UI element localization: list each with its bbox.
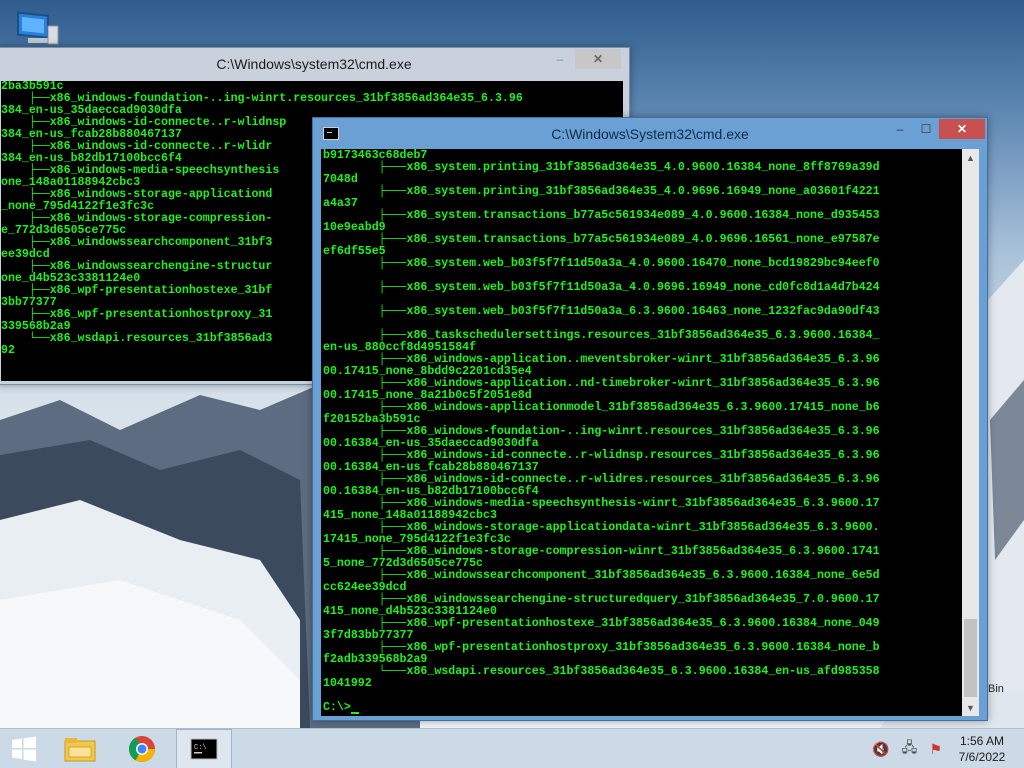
- taskbar-cmd[interactable]: C:\: [176, 729, 232, 768]
- console-line: ├───x86_system.transactions_b77a5c561934…: [323, 209, 880, 222]
- console-line: 1041992: [323, 677, 372, 690]
- taskbar-file-explorer[interactable]: [56, 729, 104, 768]
- volume-muted-icon[interactable]: 🔇: [872, 741, 889, 758]
- console-line: ├───x86_system.web_b03f5f7f11d50a3a_6.3.…: [323, 305, 880, 318]
- taskbar: C:\ 🔇 🖧 ⚑ 1:56 AM 7/6/2022: [0, 728, 1024, 768]
- folder-icon: [64, 738, 96, 762]
- windows-logo-icon: [12, 736, 36, 762]
- system-tray: 🔇 🖧 ⚑: [872, 729, 942, 768]
- cmd-window-active[interactable]: C:\Windows\System32\cmd.exe – ☐ ✕ b91734…: [312, 117, 988, 721]
- scrollbar-thumb[interactable]: [964, 619, 977, 697]
- scroll-down-arrow-icon[interactable]: ▼: [962, 699, 979, 716]
- network-icon[interactable]: 🖧: [902, 737, 918, 761]
- console-line: ├───x86_windowssearchcomponent_31bf3856a…: [323, 569, 880, 582]
- window-titlebar[interactable]: C:\Windows\system32\cmd.exe – ✕: [0, 48, 629, 80]
- recycle-bin-label[interactable]: Bin: [988, 683, 1004, 695]
- vertical-scrollbar[interactable]: ▲ ▼: [962, 149, 979, 716]
- clock-time: 1:56 AM: [959, 734, 1005, 748]
- console-line: C:\>: [323, 702, 962, 714]
- cmd-icon: C:\: [190, 738, 218, 760]
- close-button[interactable]: ✕: [939, 119, 985, 139]
- console-line: ├───x86_system.web_b03f5f7f11d50a3a_4.0.…: [323, 281, 880, 294]
- window-title: C:\Windows\System32\cmd.exe: [551, 126, 749, 142]
- svg-text:C:\: C:\: [194, 744, 207, 752]
- scroll-up-arrow-icon[interactable]: ▲: [962, 149, 979, 166]
- console-line: ├───x86_system.transactions_b77a5c561934…: [323, 233, 880, 246]
- console-line: ├───x86_system.web_b03f5f7f11d50a3a_4.0.…: [323, 257, 880, 270]
- maximize-button[interactable]: ☐: [913, 119, 939, 139]
- clock-date: 7/6/2022: [958, 750, 1006, 764]
- close-button[interactable]: ✕: [575, 49, 621, 69]
- window-title: C:\Windows\system32\cmd.exe: [216, 56, 412, 72]
- clock[interactable]: 1:56 AM 7/6/2022: [950, 729, 1014, 768]
- console-output[interactable]: b9173463c68deb7 ├───x86_system.printing_…: [321, 149, 962, 716]
- taskbar-chrome[interactable]: [118, 729, 166, 768]
- action-center-icon[interactable]: ⚑: [929, 741, 942, 758]
- window-titlebar[interactable]: C:\Windows\System32\cmd.exe – ☐ ✕: [313, 118, 987, 150]
- minimize-button[interactable]: –: [547, 49, 573, 69]
- console-line: ├───x86_system.printing_31bf3856ad364e35…: [323, 161, 880, 174]
- chrome-icon: [128, 736, 156, 763]
- console-line: ├───x86_wpf-presentationhostexe_31bf3856…: [323, 617, 880, 630]
- cmd-icon[interactable]: [323, 127, 339, 140]
- console-line: ├───x86_system.printing_31bf3856ad364e35…: [323, 185, 880, 198]
- computer-desktop-icon[interactable]: [12, 6, 62, 50]
- minimize-button[interactable]: –: [887, 119, 913, 139]
- text-cursor: [350, 712, 359, 714]
- start-button[interactable]: [0, 729, 48, 768]
- console-line: └───x86_wsdapi.resources_31bf3856ad364e3…: [323, 665, 880, 678]
